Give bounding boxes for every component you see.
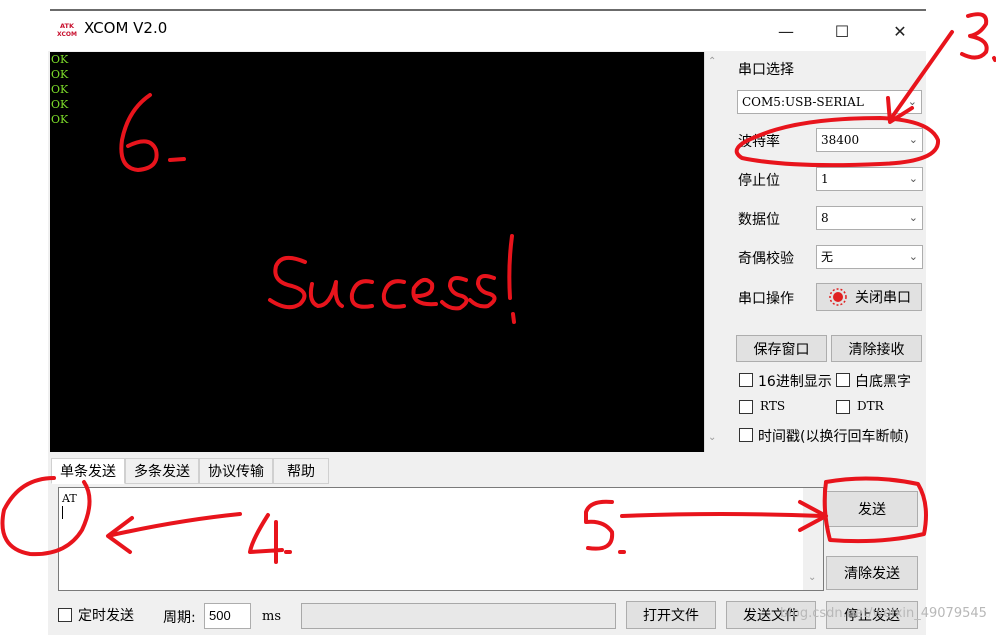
receive-line: OK xyxy=(51,98,69,111)
stopbits-select[interactable]: 1 ⌄ xyxy=(816,167,923,191)
file-path-field[interactable] xyxy=(301,603,616,629)
chevron-down-icon: ⌄ xyxy=(908,211,918,224)
maximize-icon[interactable]: ☐ xyxy=(819,11,865,51)
tab-multi-send[interactable]: 多条发送 xyxy=(125,458,199,484)
send-scrollbar[interactable]: ⌄ xyxy=(803,488,823,590)
chevron-down-icon: ⌄ xyxy=(908,133,918,146)
timestamp-label: 时间戳(以换行回车断帧) xyxy=(758,429,909,445)
chevron-down-icon: ⌄ xyxy=(907,95,917,108)
rts-label: RTS xyxy=(760,399,786,413)
white-bg-checkbox[interactable] xyxy=(836,373,850,387)
parity-label: 奇偶校验 xyxy=(738,251,794,267)
scroll-down-icon[interactable]: ⌄ xyxy=(808,572,816,583)
ms-label: ms xyxy=(262,609,281,624)
baud-label: 波特率 xyxy=(738,134,780,150)
svg-text:ATK: ATK xyxy=(60,22,75,30)
timed-send-checkbox[interactable] xyxy=(58,608,72,622)
close-port-button[interactable]: 关闭串口 xyxy=(816,283,922,311)
databits-select-value: 8 xyxy=(821,211,829,225)
parity-select[interactable]: 无 ⌄ xyxy=(816,245,923,269)
dtr-checkbox[interactable] xyxy=(836,400,850,414)
period-input[interactable]: 500 xyxy=(204,603,251,629)
send-input[interactable]: AT xyxy=(58,487,824,591)
receive-area[interactable]: OK OK OK OK OK xyxy=(50,52,704,452)
tab-protocol[interactable]: 协议传输 xyxy=(199,458,273,484)
hex-display-label: 16进制显示 xyxy=(758,374,832,390)
clear-receive-button[interactable]: 清除接收 xyxy=(831,335,922,362)
scroll-down-icon[interactable]: ⌄ xyxy=(708,432,716,443)
port-select-value: COM5:USB-SERIAL xyxy=(742,95,864,109)
receive-line: OK xyxy=(51,68,69,81)
close-icon[interactable]: ✕ xyxy=(877,11,923,51)
send-text: AT xyxy=(62,492,77,505)
chevron-down-icon: ⌄ xyxy=(908,250,918,263)
save-window-button[interactable]: 保存窗口 xyxy=(736,335,827,362)
tab-single-send[interactable]: 单条发送 xyxy=(51,458,125,484)
port-select[interactable]: COM5:USB-SERIAL ⌄ xyxy=(737,90,922,114)
close-port-label: 关闭串口 xyxy=(855,290,911,306)
white-bg-label: 白底黑字 xyxy=(855,374,911,390)
svg-text:XCOM: XCOM xyxy=(57,31,77,37)
text-cursor xyxy=(62,506,63,519)
atk-logo-icon: ATK XCOM xyxy=(56,21,78,37)
parity-select-value: 无 xyxy=(821,250,834,264)
tab-help[interactable]: 帮助 xyxy=(273,458,329,484)
baud-select-value: 38400 xyxy=(821,133,860,147)
port-status-icon xyxy=(829,288,847,306)
receive-line: OK xyxy=(51,113,69,126)
send-button[interactable]: 发送 xyxy=(826,491,918,527)
chevron-down-icon: ⌄ xyxy=(908,172,918,185)
clear-send-button[interactable]: 清除发送 xyxy=(826,556,918,590)
stopbits-select-value: 1 xyxy=(821,172,829,186)
timestamp-checkbox[interactable] xyxy=(739,428,753,442)
rts-checkbox[interactable] xyxy=(739,400,753,414)
databits-label: 数据位 xyxy=(738,212,780,228)
stopbits-label: 停止位 xyxy=(738,173,780,189)
minimize-icon[interactable]: — xyxy=(763,11,809,51)
receive-scrollbar[interactable]: ⌃ ⌄ xyxy=(704,52,724,452)
operation-label: 串口操作 xyxy=(738,291,794,307)
window-title: XCOM V2.0 xyxy=(84,19,168,37)
timed-send-label: 定时发送 xyxy=(78,608,134,624)
receive-line: OK xyxy=(51,53,69,66)
open-file-button[interactable]: 打开文件 xyxy=(626,601,716,629)
period-label: 周期: xyxy=(163,610,196,626)
dtr-label: DTR xyxy=(857,399,884,413)
scroll-up-icon[interactable]: ⌃ xyxy=(708,56,716,67)
watermark: blog.csdn.net/weixin_49079545 xyxy=(780,606,987,621)
hex-display-checkbox[interactable] xyxy=(739,373,753,387)
receive-line: OK xyxy=(51,83,69,96)
port-select-label: 串口选择 xyxy=(738,62,794,78)
baud-select[interactable]: 38400 ⌄ xyxy=(816,128,923,152)
annotation-number-3-icon xyxy=(960,12,989,60)
databits-select[interactable]: 8 ⌄ xyxy=(816,206,923,230)
